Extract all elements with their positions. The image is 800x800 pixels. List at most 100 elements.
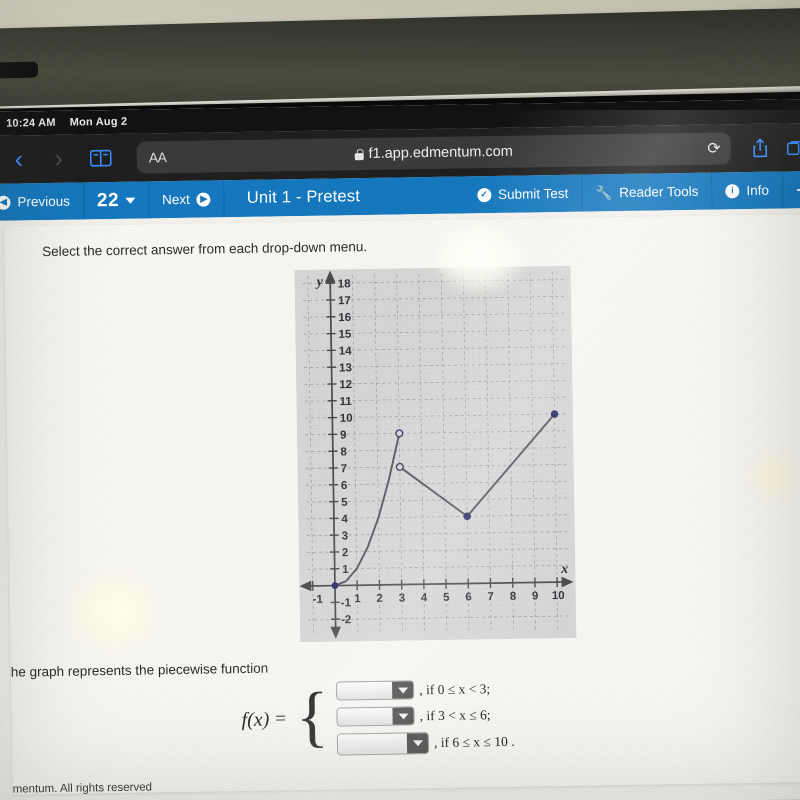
tablet-photo: 10:24 AM Mon Aug 2 ‹ › AA f1.app.edmentu… [0,0,800,800]
svg-text:7: 7 [487,591,494,603]
info-button[interactable]: i Info [712,171,784,210]
arrow-left-circle-icon: ◀ [0,195,11,210]
url-display: f1.app.edmentum.com [354,144,513,162]
url-text: f1.app.edmentum.com [368,143,513,162]
share-icon[interactable] [738,137,780,159]
dropdown-value [337,682,392,700]
assessment-title: Unit 1 - Pretest [246,187,361,207]
endpoint-open-3-9 [395,429,404,438]
text-size-icon[interactable]: AA [149,149,167,165]
svg-text:3: 3 [399,592,406,604]
case-row: , if 3 < x ≤ 6; [336,705,515,727]
arrow-right-circle-icon: ▶ [196,191,211,207]
dropdown-value [338,733,407,754]
piecewise-graph: 18 17 16 15 14 13 12 11 10 9 87 65 43 21 -1 -2 [294,265,577,643]
case-condition-2: , if 3 < x ≤ 6; [419,706,491,723]
svg-text:10: 10 [340,413,353,425]
equals-sign: = [275,708,287,730]
answer-dropdown-1[interactable] [336,680,415,701]
tablet-corner [0,61,39,79]
cases-list: , if 0 ≤ x < 3; , if 3 < x ≤ 6; , if 6 ≤… [336,679,515,756]
svg-text:6: 6 [465,591,472,603]
wrench-icon: 🔧 [595,184,613,200]
svg-text:7: 7 [341,463,348,475]
endpoint-open-3-7 [395,462,404,472]
arrow-right-icon: ➜ [795,181,800,197]
chevron-down-icon[interactable] [406,733,429,754]
left-brace: { [295,677,330,755]
svg-text:6: 6 [341,480,348,492]
submit-test-label: Submit Test [497,185,569,202]
svg-text:y: y [315,275,324,290]
chevron-down-icon[interactable] [392,681,414,699]
svg-text:13: 13 [339,362,352,374]
graph-svg: 1817 1615 1413 1211 109 87 65 43 21 -1-2 [294,265,577,643]
case-condition-1: , if 0 ≤ x < 3; [419,680,491,697]
copyright-footer: mentum. All rights reserved [12,781,153,796]
reload-icon[interactable]: ⟳ [707,138,721,158]
page-number: 22 [96,189,120,211]
page-body: Select the correct answer from each drop… [0,207,800,800]
submit-test-button[interactable]: ✓ Submit Test [463,174,583,214]
tablet-screen: 10:24 AM Mon Aug 2 ‹ › AA f1.app.edmentu… [0,98,800,800]
svg-text:5: 5 [443,592,450,604]
bookmarks-icon[interactable] [78,138,123,179]
lock-icon [354,149,363,160]
page-selector[interactable]: 22 [83,181,150,220]
svg-text:x: x [560,562,568,577]
back-button[interactable]: ‹ [0,139,39,180]
svg-text:-1: -1 [312,594,323,606]
svg-text:-2: -2 [341,614,351,626]
svg-text:3: 3 [342,530,349,542]
svg-text:14: 14 [339,345,353,357]
case-row: , if 0 ≤ x < 3; [336,679,514,701]
svg-text:4: 4 [341,514,348,526]
dropdown-value [338,708,393,726]
svg-text:17: 17 [338,295,351,307]
svg-text:18: 18 [338,278,352,290]
next-label: Next [161,191,190,208]
svg-text:1: 1 [342,564,349,576]
piecewise-equation: f(x) = { , if 0 ≤ x < 3; , if 3 < x ≤ 6;… [241,677,515,757]
svg-text:12: 12 [339,379,352,391]
svg-text:-1: -1 [341,597,352,609]
status-bar-date: Mon Aug 2 [69,115,128,129]
svg-text:9: 9 [340,430,347,442]
chevron-down-icon [125,197,136,204]
question-prompt: he graph represents the piecewise functi… [10,660,269,680]
svg-text:5: 5 [341,497,348,509]
svg-text:11: 11 [340,396,353,408]
svg-text:1: 1 [354,593,361,605]
exit-button[interactable]: ➜ [782,170,800,209]
info-circle-icon: i [725,183,740,198]
svg-text:10: 10 [552,590,565,602]
question-card: Select the correct answer from each drop… [3,214,800,796]
answer-dropdown-2[interactable] [336,706,415,727]
reader-tools-label: Reader Tools [619,183,699,201]
svg-text:16: 16 [338,312,351,324]
answer-dropdown-3[interactable] [336,732,430,756]
svg-text:15: 15 [338,329,352,341]
svg-text:8: 8 [510,591,517,603]
case-row: , if 6 ≤ x ≤ 10 . [336,731,515,756]
address-bar[interactable]: AA f1.app.edmentum.com ⟳ [136,132,731,174]
function-label: f(x) [241,708,270,731]
svg-text:2: 2 [376,593,383,605]
info-label: Info [746,182,770,199]
previous-button[interactable]: ◀ Previous [0,182,85,221]
instruction-text: Select the correct answer from each drop… [42,239,368,260]
check-circle-icon: ✓ [476,187,492,202]
chevron-down-icon[interactable] [392,707,414,725]
svg-text:2: 2 [342,547,349,559]
tabs-icon[interactable] [781,140,800,155]
reader-tools-button[interactable]: 🔧 Reader Tools [582,172,713,212]
svg-text:9: 9 [532,590,539,602]
status-bar-time: 10:24 AM [6,116,56,130]
forward-button[interactable]: › [38,139,79,180]
svg-text:8: 8 [340,446,347,458]
previous-label: Previous [17,193,71,210]
case-condition-3: , if 6 ≤ x ≤ 10 . [433,733,515,751]
svg-text:4: 4 [421,592,428,604]
next-button[interactable]: Next ▶ [148,180,226,219]
toolbar-right-group: ✓ Submit Test 🔧 Reader Tools i Info ➜ [463,170,800,214]
